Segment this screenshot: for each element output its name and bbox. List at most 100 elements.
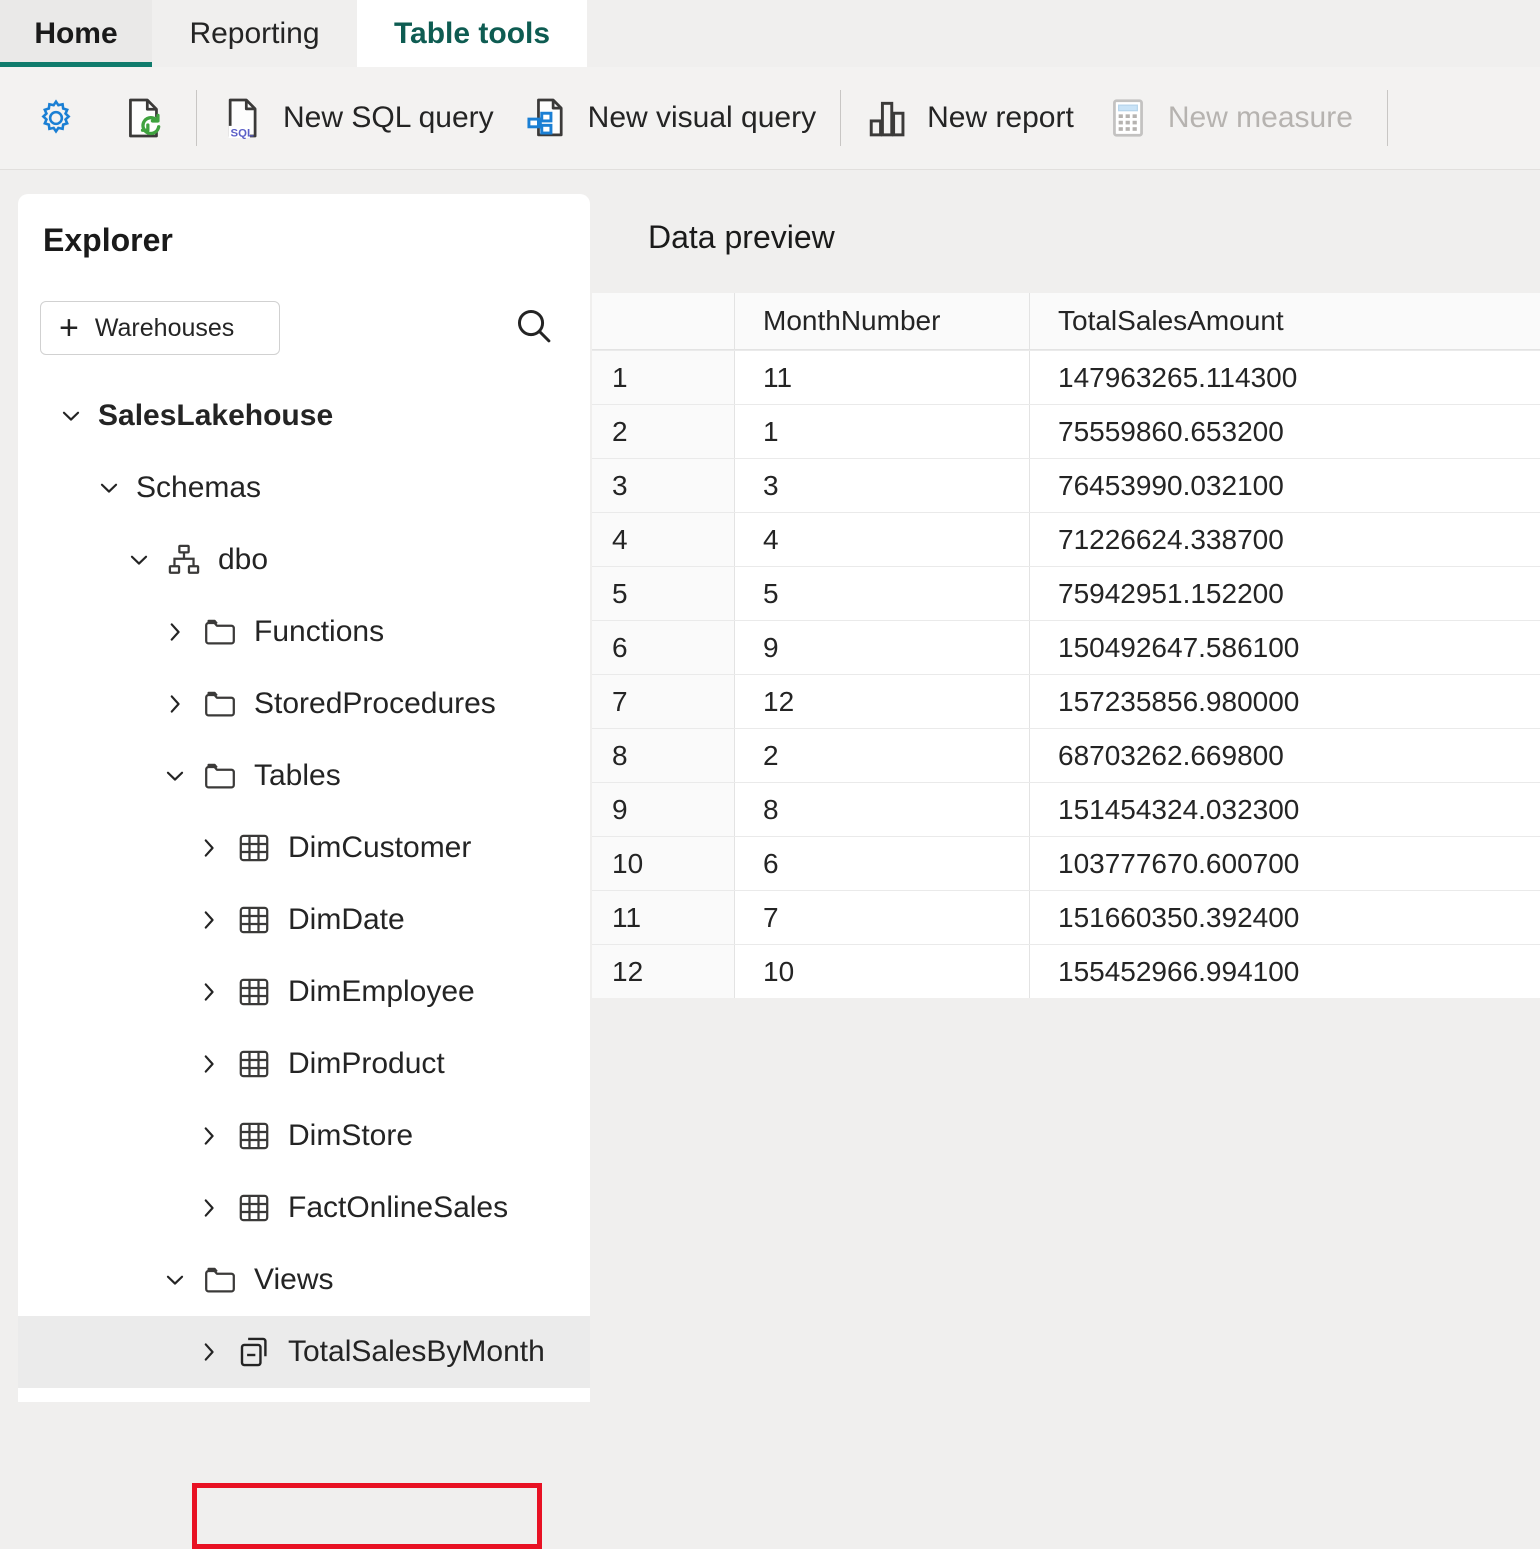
table-cell: 12 xyxy=(735,675,1030,728)
table-row[interactable]: 6 9 150492647.586100 xyxy=(592,620,1540,674)
chevron-right-icon[interactable] xyxy=(196,1195,222,1221)
table-row[interactable]: 9 8 151454324.032300 xyxy=(592,782,1540,836)
tree-item-label: StoredProcedures xyxy=(254,687,496,720)
table-row[interactable]: 10 6 103777670.600700 xyxy=(592,836,1540,890)
table-cell: 75559860.653200 xyxy=(1058,415,1284,447)
tab-reporting[interactable]: Reporting xyxy=(152,0,357,67)
table-cell: 155452966.994100 xyxy=(1058,955,1300,987)
workspace: Explorer + Warehouses SalesLakehouse Sche… xyxy=(0,171,1540,1549)
column-header[interactable] xyxy=(592,293,735,349)
table-cell: 150492647.586100 xyxy=(1058,631,1300,663)
tree-item-label: DimCustomer xyxy=(288,831,472,864)
table-row[interactable]: 1 11 147963265.114300 xyxy=(592,350,1540,404)
table-cell: 7 xyxy=(735,891,1030,944)
new-sql-query-label: New SQL query xyxy=(283,101,494,134)
tree-item-dimcustomer[interactable]: DimCustomer xyxy=(18,812,590,884)
view-icon xyxy=(236,1334,272,1370)
ribbon-tab-bar: Home Reporting Table tools xyxy=(0,0,1540,67)
table-row[interactable]: 5 5 75942951.152200 xyxy=(592,566,1540,620)
chevron-down-icon[interactable] xyxy=(58,403,84,429)
refresh-file-icon xyxy=(122,96,166,140)
table-cell: 9 xyxy=(735,621,1030,674)
column-header[interactable]: MonthNumber xyxy=(735,293,1030,349)
new-report-button[interactable]: New report xyxy=(849,83,1090,153)
refresh-button[interactable] xyxy=(100,83,188,153)
table-icon xyxy=(236,902,272,938)
table-cell: 75942951.152200 xyxy=(1058,577,1284,609)
sql-file-icon: SQL xyxy=(221,96,265,140)
settings-button[interactable] xyxy=(12,83,100,153)
tab-table-tools-label: Table tools xyxy=(393,16,551,50)
table-icon xyxy=(236,1190,272,1226)
command-separator-3 xyxy=(1386,90,1388,146)
new-sql-query-button[interactable]: SQL New SQL query xyxy=(205,83,510,153)
explorer-search-button[interactable] xyxy=(510,304,558,352)
new-measure-button[interactable]: New measure xyxy=(1090,83,1369,153)
table-cell: 6 xyxy=(735,837,1030,890)
tree-item-dimproduct[interactable]: DimProduct xyxy=(18,1028,590,1100)
chevron-down-icon[interactable] xyxy=(96,475,122,501)
tree-item-label: Views xyxy=(254,1263,334,1296)
tree-item-views[interactable]: Views xyxy=(18,1244,590,1316)
table-row[interactable]: 11 7 151660350.392400 xyxy=(592,890,1540,944)
search-icon xyxy=(513,305,555,352)
tree-item-label: Tables xyxy=(254,759,341,792)
add-warehouses-button[interactable]: + Warehouses xyxy=(40,301,280,355)
folder-icon xyxy=(202,758,238,794)
table-row[interactable]: 7 12 157235856.980000 xyxy=(592,674,1540,728)
new-visual-query-button[interactable]: New visual query xyxy=(510,83,832,153)
table-row[interactable]: 8 2 68703262.669800 xyxy=(592,728,1540,782)
table-row[interactable]: 3 3 76453990.032100 xyxy=(592,458,1540,512)
table-row[interactable]: 12 10 155452966.994100 xyxy=(592,944,1540,998)
chevron-right-icon[interactable] xyxy=(196,1339,222,1365)
chevron-right-icon[interactable] xyxy=(196,835,222,861)
data-preview-title: Data preview xyxy=(648,219,835,255)
chevron-right-icon[interactable] xyxy=(196,907,222,933)
tab-home-label: Home xyxy=(34,16,118,50)
tree-item-dbo[interactable]: dbo xyxy=(18,524,590,596)
table-cell: 3 xyxy=(735,459,1030,512)
table-row[interactable]: 2 1 75559860.653200 xyxy=(592,404,1540,458)
command-bar: SQL New SQL query New visual query New r… xyxy=(0,67,1540,170)
tree-item-label: DimProduct xyxy=(288,1047,445,1080)
column-header[interactable]: TotalSalesAmount xyxy=(1030,293,1540,349)
tree-item-totalsalesbymonth[interactable]: TotalSalesByMonth xyxy=(18,1316,590,1388)
tree-item-schemas[interactable]: Schemas xyxy=(18,452,590,524)
svg-text:SQL: SQL xyxy=(231,127,254,139)
tree-item-dimdate[interactable]: DimDate xyxy=(18,884,590,956)
chevron-down-icon[interactable] xyxy=(162,1267,188,1293)
tree-item-storedprocedures[interactable]: StoredProcedures xyxy=(18,668,590,740)
table-cell: 103777670.600700 xyxy=(1058,847,1300,879)
tab-reporting-label: Reporting xyxy=(189,16,320,50)
tree-item-dimemployee[interactable]: DimEmployee xyxy=(18,956,590,1028)
folder-icon xyxy=(202,686,238,722)
explorer-tree: SalesLakehouse Schemas dbo Functions StoredP… xyxy=(18,380,590,1388)
tab-table-tools[interactable]: Table tools xyxy=(357,0,587,67)
tree-item-functions[interactable]: Functions xyxy=(18,596,590,668)
table-cell: 4 xyxy=(735,513,1030,566)
visual-query-icon xyxy=(526,96,570,140)
chevron-right-icon[interactable] xyxy=(196,1051,222,1077)
tree-item-factonlinesales[interactable]: FactOnlineSales xyxy=(18,1172,590,1244)
row-number-cell: 10 xyxy=(592,837,735,890)
chevron-down-icon[interactable] xyxy=(126,547,152,573)
tab-home[interactable]: Home xyxy=(0,0,152,67)
table-cell: 11 xyxy=(735,351,1030,404)
selection-highlight-box xyxy=(192,1483,542,1549)
chevron-right-icon[interactable] xyxy=(196,1123,222,1149)
chevron-right-icon[interactable] xyxy=(162,619,188,645)
chevron-right-icon[interactable] xyxy=(196,979,222,1005)
bar-chart-icon xyxy=(865,96,909,140)
table-cell: 10 xyxy=(735,945,1030,998)
chevron-down-icon[interactable] xyxy=(162,763,188,789)
table-header-row: MonthNumber TotalSalesAmount xyxy=(592,293,1540,350)
table-cell: 157235856.980000 xyxy=(1058,685,1300,717)
tree-item-dimstore[interactable]: DimStore xyxy=(18,1100,590,1172)
tree-item-tables[interactable]: Tables xyxy=(18,740,590,812)
row-number-cell: 5 xyxy=(592,567,735,620)
plus-icon: + xyxy=(59,309,79,347)
chevron-right-icon[interactable] xyxy=(162,691,188,717)
table-row[interactable]: 4 4 71226624.338700 xyxy=(592,512,1540,566)
tree-item-saleslakehouse[interactable]: SalesLakehouse xyxy=(18,380,590,452)
calculator-icon xyxy=(1106,96,1150,140)
